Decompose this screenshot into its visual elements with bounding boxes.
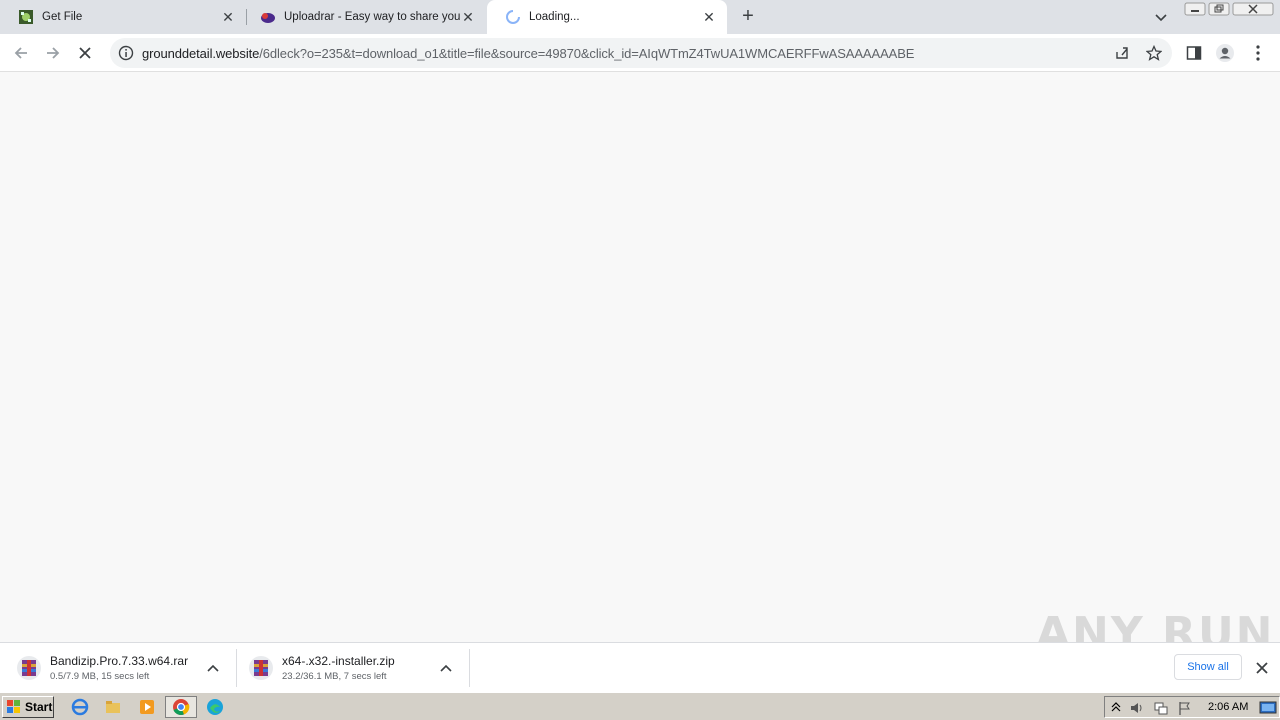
arrow-right-icon [47,47,60,59]
windows-logo-icon [7,700,20,713]
info-icon[interactable] [118,45,134,61]
chrome-icon[interactable] [165,696,197,718]
download-item[interactable]: x64-.x32.-installer.zip 23.2/36.1 MB, 7 … [248,643,448,693]
get-file-favicon [18,9,34,25]
close-icon[interactable]: ✕ [701,9,717,25]
side-panel-icon [1186,46,1202,60]
download-separator [236,649,237,687]
chevron-up-icon[interactable] [206,661,220,675]
show-desktop-icon[interactable] [1259,700,1277,716]
tab-strip: Get File ✕ Uploadrar - Easy way to share… [0,0,1280,34]
stop-icon [79,47,91,59]
edge-icon[interactable] [205,697,225,717]
profile-button[interactable] [1215,43,1235,63]
url-text[interactable]: grounddetail.website/6dleck?o=235&t=down… [142,46,914,61]
close-icon[interactable]: ✕ [460,9,476,25]
download-filename: Bandizip.Pro.7.33.w64.rar [50,654,189,668]
close-window-button[interactable] [1232,2,1274,16]
winrar-archive-icon [17,656,41,680]
ie-icon[interactable] [70,697,90,717]
tab-get-file[interactable]: Get File ✕ [0,0,246,34]
download-separator [469,649,470,687]
side-panel-button[interactable] [1184,43,1204,63]
media-player-icon[interactable] [137,697,157,717]
chevron-down-icon [1155,14,1167,22]
menu-button[interactable] [1248,43,1268,63]
avatar-icon [1216,44,1234,62]
close-icon[interactable] [1254,660,1270,676]
restore-icon [1208,2,1230,16]
url-host: grounddetail.website [142,46,260,61]
uploadrar-favicon [260,9,276,25]
share-icon[interactable] [1114,45,1130,61]
stop-loading-button[interactable] [74,42,96,64]
browser-toolbar: grounddetail.website/6dleck?o=235&t=down… [0,34,1280,72]
new-tab-button[interactable]: + [738,6,758,27]
tab-title: Loading... [529,11,580,23]
minimize-icon [1184,2,1206,16]
show-all-button[interactable]: Show all [1174,654,1242,680]
flag-icon[interactable] [1177,700,1193,716]
forward-button[interactable] [42,42,64,64]
volume-icon[interactable] [1129,700,1145,716]
download-info: x64-.x32.-installer.zip 23.2/36.1 MB, 7 … [282,654,395,682]
tab-search-button[interactable] [1152,8,1170,26]
clock: 2:06 AM [1208,701,1249,713]
download-info: Bandizip.Pro.7.33.w64.rar 0.5/7.9 MB, 15… [50,654,188,682]
winrar-archive-icon [249,656,273,680]
close-icon[interactable]: ✕ [220,9,236,25]
start-label: Start [25,700,53,714]
start-button[interactable]: Start [2,696,54,718]
url-path: /6dleck?o=235&t=download_o1&title=file&s… [259,46,915,61]
tab-title: Uploadrar - Easy way to share your [284,11,460,23]
close-icon [1232,2,1274,16]
chevron-up-icon[interactable] [439,661,453,675]
minimize-button[interactable] [1184,2,1206,16]
tab-title: Get File [42,11,83,23]
download-shelf: Bandizip.Pro.7.33.w64.rar 0.5/7.9 MB, 15… [0,642,1280,692]
page-content [0,72,1280,642]
chevron-up-icon[interactable] [1111,701,1121,713]
folder-icon[interactable] [103,697,123,717]
bookmark-star-icon[interactable] [1146,45,1162,61]
tab-uploadrar[interactable]: Uploadrar - Easy way to share your ✕ [242,0,486,34]
download-item[interactable]: Bandizip.Pro.7.33.w64.rar 0.5/7.9 MB, 15… [16,643,216,693]
arrow-left-icon [14,47,27,59]
download-status: 23.2/36.1 MB, 7 secs left [282,671,387,682]
taskbar: Start 2:06 AM [0,692,1280,720]
network-icon[interactable] [1153,700,1169,716]
tab-loading[interactable]: Loading... ✕ [487,0,727,34]
back-button[interactable] [10,42,32,64]
restore-button[interactable] [1208,2,1230,16]
address-bar[interactable]: grounddetail.website/6dleck?o=235&t=down… [110,38,1172,68]
kebab-menu-icon [1256,45,1260,61]
download-status: 0.5/7.9 MB, 15 secs left [50,671,150,682]
system-tray [1104,696,1280,718]
loading-spinner-icon [505,9,521,25]
download-filename: x64-.x32.-installer.zip [282,654,395,668]
